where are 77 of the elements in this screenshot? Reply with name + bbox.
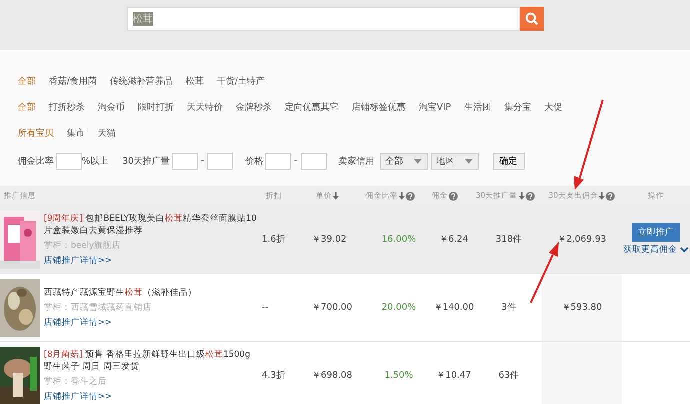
dropdown[interactable]: 全部 <box>380 152 428 170</box>
shop-name: 掌柜：香斗之后 <box>44 376 108 388</box>
table-cell-text: 3件 <box>500 302 518 315</box>
table-cell-text: 4.3折 <box>262 370 286 383</box>
filter-link[interactable]: 限时打折 <box>138 100 174 114</box>
table-cell-text: ￥700.00 <box>312 302 354 315</box>
input-field[interactable] <box>56 152 82 170</box>
filter-link[interactable]: 天猫 <box>98 126 116 140</box>
more-commission-link[interactable]: 获取更高佣金 <box>624 244 688 256</box>
input-field[interactable] <box>207 152 234 170</box>
filter-link[interactable]: 淘宝VIP <box>419 100 452 114</box>
promote-button[interactable]: 立即推广 <box>632 223 680 242</box>
filter-link[interactable]: 淘金币 <box>98 100 125 114</box>
table-cell-text: ￥39.02 <box>312 234 348 247</box>
table-cell-text: 1.50% <box>384 370 414 382</box>
help-icon[interactable] <box>606 192 616 200</box>
table-cell-text: ￥10.47 <box>436 370 472 383</box>
table-cell-text: ￥6.24 <box>438 234 470 247</box>
shop-link[interactable]: 店铺推广详情>> <box>44 390 260 402</box>
help-icon[interactable] <box>406 192 415 200</box>
input-field[interactable] <box>265 152 292 170</box>
filter-link[interactable]: 集分宝 <box>504 100 532 114</box>
sort-arrow-icon[interactable] <box>518 192 525 200</box>
product-title[interactable]: 西藏特产藏源宝野生松茸（滋补佳品） <box>44 286 260 298</box>
filter-link[interactable]: 全部 <box>18 100 36 114</box>
confirm-button[interactable]: 确定 <box>492 152 525 170</box>
sort-arrow-icon[interactable] <box>399 192 405 200</box>
table-cell-text: ￥698.08 <box>312 370 354 383</box>
filter-link[interactable]: 大促 <box>544 100 562 114</box>
table-cell-text: 318件 <box>494 234 524 247</box>
shop-name: 掌柜：西藏雪域藏药直销店 <box>44 302 153 314</box>
filter-link[interactable]: 干货/土特产 <box>217 74 266 88</box>
sort-arrow-icon[interactable] <box>599 192 606 200</box>
table-cell-text: 1.6折 <box>262 234 286 247</box>
table-cell-text: 20.00% <box>380 302 418 314</box>
input-field[interactable] <box>300 152 327 170</box>
filter-link[interactable]: 集市 <box>67 126 85 140</box>
table-cell-text: 63件 <box>498 370 520 383</box>
field-label: 30天推广量 <box>122 156 170 168</box>
filter-link[interactable]: 生活团 <box>464 100 492 114</box>
filter-link[interactable]: 金牌秒杀 <box>236 100 272 114</box>
table-cell-text: ￥140.00 <box>432 302 476 315</box>
filter-link[interactable]: 打折秒杀 <box>49 100 85 114</box>
input-field[interactable] <box>172 152 198 170</box>
shop-link[interactable]: 店铺推广详情>> <box>44 316 260 328</box>
filter-link[interactable]: 传统滋补营养品 <box>110 74 174 88</box>
filter-link[interactable]: 香菇/食用菌 <box>49 74 98 88</box>
search-icon <box>525 12 539 26</box>
search-button[interactable] <box>520 7 544 31</box>
field-label: 佣金比率 <box>18 156 54 168</box>
help-icon[interactable] <box>449 192 458 200</box>
shop-link[interactable]: 店铺推广详情>> <box>44 254 260 266</box>
field-label: 价格 <box>245 156 264 168</box>
filter-link[interactable]: 定向优惠其它 <box>285 100 339 114</box>
filter-link[interactable]: 店铺标签优惠 <box>352 100 406 114</box>
sort-arrow-icon[interactable] <box>333 192 339 200</box>
dash-text: - <box>201 156 204 166</box>
filter-link[interactable]: 天天特价 <box>187 100 223 114</box>
field-label: %以上 <box>82 156 109 168</box>
filter-link[interactable]: 全部 <box>18 74 36 88</box>
filter-link[interactable]: 松茸 <box>186 74 204 88</box>
field-label: 卖家信用 <box>338 156 375 168</box>
dash-text: - <box>294 156 298 166</box>
product-title[interactable]: [8月菌菇] 预售 香格里拉新鲜野生出口级松茸1500g 野生菌子 周日 周三发货 <box>44 348 260 372</box>
table-cell: ￥593.80 <box>542 274 622 341</box>
table-cell-text: -- <box>262 302 270 314</box>
chevron-down-icon <box>680 247 688 253</box>
table-cell-text: ￥2,069.93 <box>556 234 608 247</box>
caret-icon <box>464 158 473 164</box>
filter-link[interactable]: 所有宝贝 <box>18 126 54 140</box>
arrow <box>530 242 559 304</box>
product-title[interactable]: [9周年庆] 包邮BEELY玫瑰美白 松茸精华蚕丝面膜贴10片盒装嫩白去黄保湿推荐 <box>44 212 260 236</box>
help-icon[interactable] <box>526 192 535 200</box>
caret-icon <box>414 158 422 164</box>
dropdown[interactable]: 地区 <box>430 152 479 170</box>
table-cell-text: 16.00% <box>380 234 418 246</box>
shop-name: 掌柜：beely旗舰店 <box>44 240 122 252</box>
